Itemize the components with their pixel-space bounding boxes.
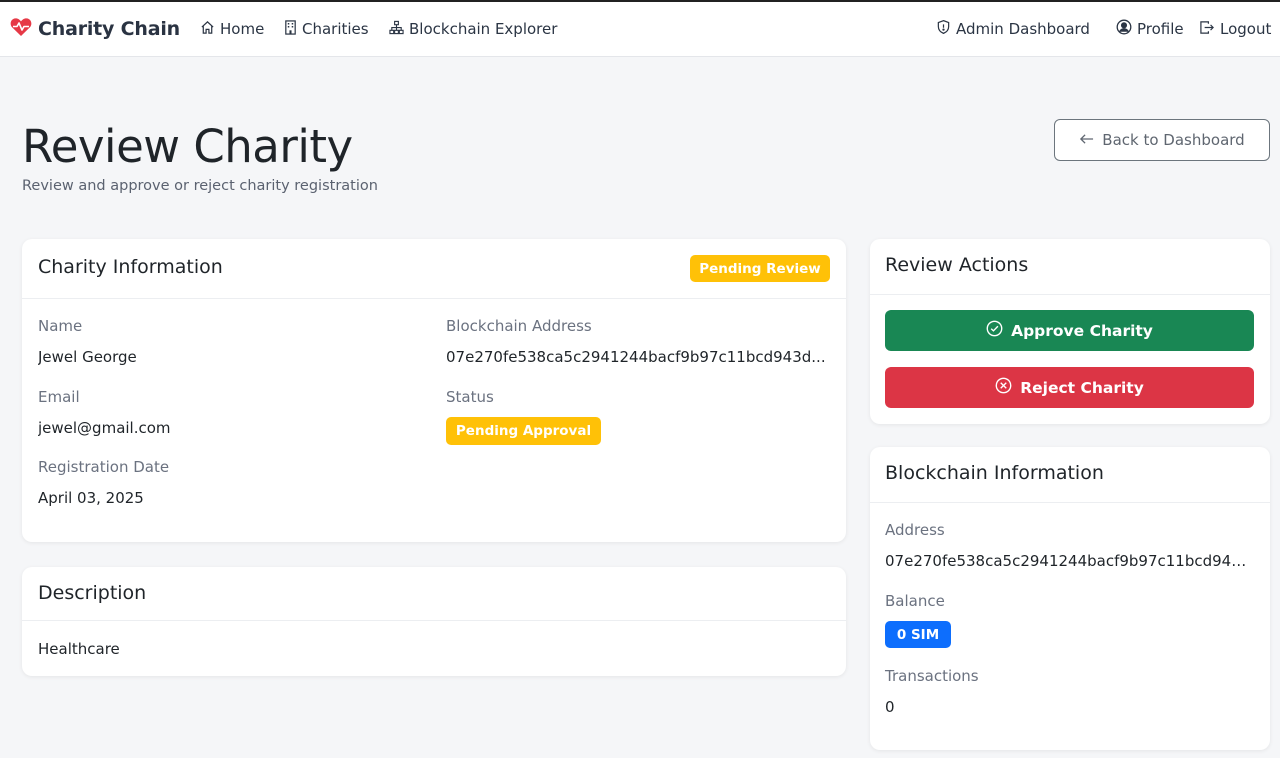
check-circle-icon	[986, 320, 1003, 341]
nav-charities[interactable]: Charities	[284, 18, 369, 40]
blockchain-information-card: Blockchain Information Address 07e270fe5…	[870, 447, 1270, 750]
x-circle-icon	[995, 377, 1012, 398]
user-circle-icon	[1116, 19, 1132, 39]
approve-charity-button[interactable]: Approve Charity	[885, 310, 1254, 351]
status-badge: Pending Review	[690, 255, 830, 282]
name-value: Jewel George	[38, 348, 137, 366]
card-title: Blockchain Information	[885, 462, 1104, 484]
balance-label: Balance	[885, 592, 945, 610]
name-label: Name	[38, 317, 83, 335]
address-value: 07e270fe538ca5c2941244bacf9b97c11bcd943.…	[885, 552, 1253, 570]
nav-home-label: Home	[220, 20, 265, 38]
email-value: jewel@gmail.com	[38, 419, 171, 437]
description-text: Healthcare	[38, 640, 120, 658]
registration-date-value: April 03, 2025	[38, 489, 144, 507]
approve-charity-label: Approve Charity	[1011, 321, 1153, 340]
nav-admin-dashboard[interactable]: Admin Dashboard	[936, 18, 1090, 40]
transactions-label: Transactions	[885, 667, 979, 685]
description-card: Description Healthcare	[22, 567, 846, 676]
shield-icon	[936, 19, 951, 39]
nav-admin-dashboard-label: Admin Dashboard	[956, 20, 1090, 38]
charity-information-card: Charity Information Pending Review Name …	[22, 239, 846, 542]
brand-link[interactable]: Charity Chain	[10, 16, 180, 42]
card-title: Review Actions	[885, 254, 1029, 276]
card-title: Description	[38, 582, 147, 604]
house-icon	[200, 20, 215, 39]
page-title: Review Charity	[22, 120, 353, 173]
back-to-dashboard-button[interactable]: Back to Dashboard	[1054, 119, 1270, 161]
status-label: Status	[446, 388, 494, 406]
status-value-badge: Pending Approval	[446, 417, 601, 445]
page-subtitle: Review and approve or reject charity reg…	[22, 178, 378, 194]
back-to-dashboard-label: Back to Dashboard	[1102, 131, 1245, 149]
blockchain-address-label: Blockchain Address	[446, 317, 592, 335]
nav-home[interactable]: Home	[200, 18, 264, 40]
card-header: Charity Information Pending Review	[22, 239, 846, 299]
card-header: Blockchain Information	[870, 447, 1270, 503]
arrow-left-icon	[1079, 131, 1094, 149]
brand-name: Charity Chain	[38, 18, 180, 40]
card-title: Charity Information	[38, 256, 223, 278]
review-actions-card: Review Actions Approve Charity Reject Ch…	[870, 239, 1270, 424]
navbar: Charity Chain Home Charities Blockchain …	[0, 2, 1280, 57]
logout-icon	[1199, 20, 1215, 39]
balance-badge: 0 SIM	[885, 621, 951, 648]
nav-profile[interactable]: Profile	[1116, 18, 1184, 40]
reject-charity-button[interactable]: Reject Charity	[885, 367, 1254, 408]
address-label: Address	[885, 521, 945, 539]
nav-logout-label: Logout	[1220, 20, 1272, 38]
blockchain-address-value: 07e270fe538ca5c2941244bacf9b97c11bcd943d…	[446, 348, 826, 366]
diagram-icon	[389, 20, 404, 39]
heart-pulse-icon	[10, 17, 32, 41]
nav-blockchain-explorer[interactable]: Blockchain Explorer	[389, 18, 557, 40]
card-header: Description	[22, 567, 846, 621]
email-label: Email	[38, 388, 80, 406]
nav-profile-label: Profile	[1137, 20, 1184, 38]
registration-date-label: Registration Date	[38, 458, 170, 476]
nav-logout[interactable]: Logout	[1199, 18, 1271, 40]
nav-charities-label: Charities	[302, 20, 369, 38]
transactions-value: 0	[885, 698, 895, 716]
reject-charity-label: Reject Charity	[1020, 378, 1144, 397]
nav-blockchain-explorer-label: Blockchain Explorer	[409, 20, 558, 38]
building-icon	[284, 19, 297, 39]
card-header: Review Actions	[870, 239, 1270, 295]
